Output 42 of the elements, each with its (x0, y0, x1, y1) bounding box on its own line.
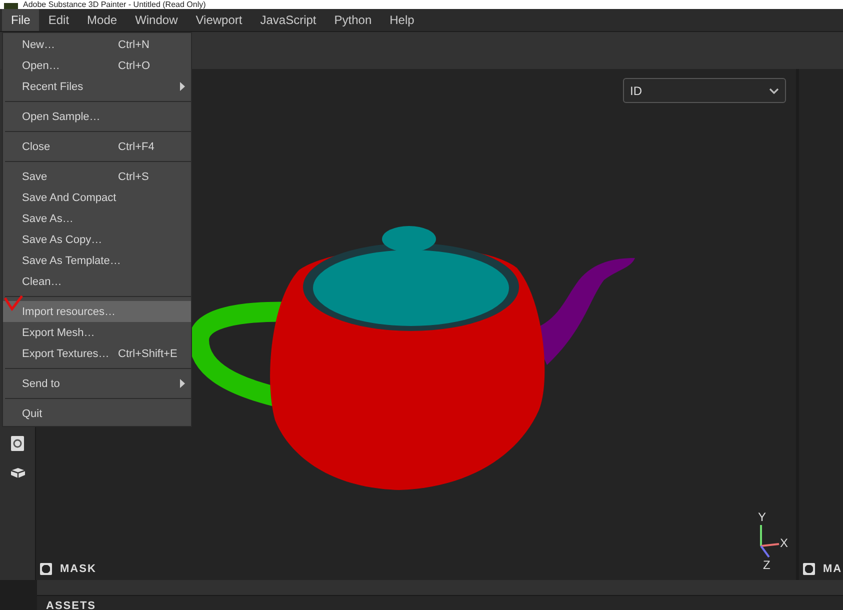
menu-item[interactable]: Help (380, 9, 424, 31)
submenu-arrow-icon (180, 379, 185, 388)
menu-item[interactable]: JavaScript (251, 9, 326, 31)
mask-label: MASK (60, 563, 96, 575)
sphere-icon[interactable] (11, 436, 24, 451)
menu-entry[interactable]: Clean… (3, 271, 191, 292)
window-title: Adobe Substance 3D Painter - Untitled (Read Only) (23, 1, 206, 9)
menu-entry[interactable]: Import resources… (3, 301, 191, 322)
mask-label: MA (823, 563, 842, 575)
menu-entry[interactable]: New… Ctrl+N (3, 34, 191, 55)
menu-entry[interactable]: Save Ctrl+S (3, 166, 191, 187)
x-axis-label: X (780, 537, 788, 549)
y-axis-label: Y (758, 511, 766, 523)
checkmark-annotation-icon (4, 295, 24, 311)
menu-entry[interactable]: Save As Template… (3, 250, 191, 271)
menu-entry[interactable]: Close Ctrl+F4 (3, 136, 191, 157)
menu-item[interactable]: File (2, 9, 40, 31)
submenu-arrow-icon (180, 82, 185, 91)
menu-entry[interactable]: Open Sample… (3, 106, 191, 127)
mask-toggle[interactable] (803, 563, 815, 575)
menu-entry[interactable]: Save As Copy… (3, 229, 191, 250)
menu-entry[interactable]: Export Textures… Ctrl+Shift+E (3, 343, 191, 364)
app-logo-icon (4, 3, 18, 9)
menu-entry[interactable]: Export Mesh… (3, 322, 191, 343)
menu-entry[interactable]: Save And Compact (3, 187, 191, 208)
channel-dropdown[interactable]: ID (623, 78, 786, 103)
menu-entry[interactable]: Save As… (3, 208, 191, 229)
menu-item[interactable]: Mode (78, 9, 126, 31)
menu-item[interactable]: Window (126, 9, 187, 31)
mask-toggle[interactable] (40, 563, 52, 575)
axis-gizmo-drawing (760, 524, 780, 558)
menu-item[interactable]: Edit (39, 9, 78, 31)
menu-entry[interactable]: Recent Files (3, 76, 191, 97)
panel-title: ASSETS (46, 600, 96, 610)
menu-entry[interactable]: Send to (3, 373, 191, 394)
chevron-down-icon (769, 88, 779, 94)
menu-item[interactable]: Viewport (186, 9, 252, 31)
cube-icon[interactable] (10, 467, 26, 479)
z-axis-label: Z (763, 559, 770, 571)
menu-item[interactable]: Python (325, 9, 381, 31)
menu-entry[interactable]: Open… Ctrl+O (3, 55, 191, 76)
menu-entry[interactable]: Quit (3, 403, 191, 424)
